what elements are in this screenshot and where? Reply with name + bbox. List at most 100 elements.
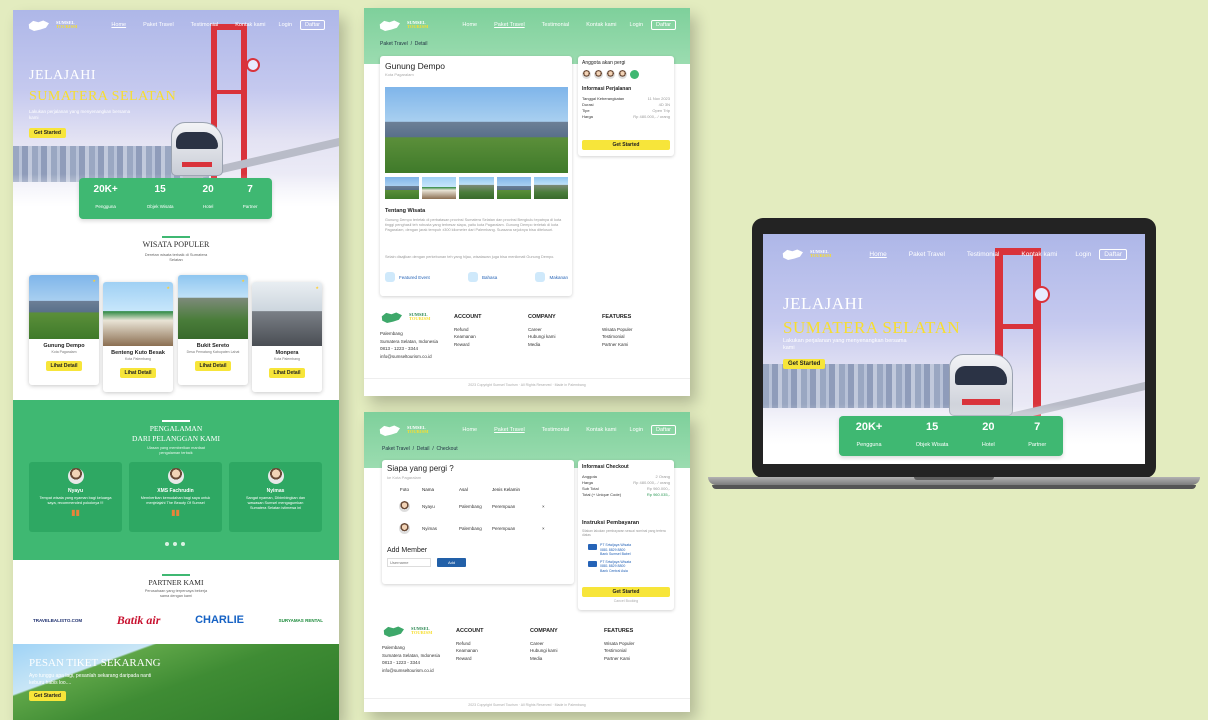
member-table-header: Foto Nama Asal Jenis Kelamin [399,487,521,492]
login-link[interactable]: Login [630,427,643,433]
breadcrumb-detail: Detail [414,41,428,47]
checkout-button[interactable]: Get Started [582,587,670,597]
checkout-page: SUMSEL TOURISM Home Paket Travel Testimon… [364,412,690,712]
nav-testimonial[interactable]: Testimonial [191,22,219,28]
info-list: Tanggal Keberangkatan 11 Nov 2023 Durasi 4… [582,96,670,119]
star-icon: ★ [315,285,319,290]
remove-member-icon[interactable]: × [542,504,545,509]
testimonial-card: Nyimas Sangat nyaman, Dibimbingkan dan w… [229,462,322,532]
photo-thumbnails[interactable] [385,177,569,199]
partner-logo-charlie: CHARLIE [195,614,244,626]
avatar [399,501,410,512]
testi-title-line1: PENGALAMAN [149,424,203,433]
brand-logo[interactable]: SUMSEL TOURISM [378,423,428,437]
brand-logo[interactable]: SUMSEL TOURISM [378,18,428,32]
testi-title: PENGALAMAN DARI PELANGGAN KAMI [13,424,339,444]
register-button[interactable]: Daftar [1099,248,1127,260]
nav-home[interactable]: Home [462,22,477,28]
username-input[interactable] [387,558,431,567]
footer-account: ACCOUNT Refund Keamanan Reward [454,314,482,347]
thumbnail[interactable] [422,177,457,199]
thumbnail[interactable] [385,177,420,199]
detail-page: SUMSEL TOURISM Home Paket Travel Testimon… [364,8,690,396]
chat-icon [468,272,478,282]
stat-objects: 15 Objek Wisata [146,184,174,209]
add-member-title: Add Member [387,547,428,554]
nav-kontak[interactable]: Kontak kami [1021,251,1057,258]
nav-home[interactable]: Home [462,427,477,433]
dest-location: Kota Pagaralam [51,350,77,354]
bank-list: PT Sriwijaya Wisata 0881 8829 8800 Bank Su… [588,540,631,573]
login-link[interactable]: Login [279,22,292,28]
nav-home[interactable]: Home [111,22,126,28]
hero-title: JELAJAHI SUMATERA SELATAN [783,294,961,337]
book-button[interactable]: Get Started [582,140,670,150]
register-button[interactable]: Daftar [300,20,325,30]
avatar [67,468,84,484]
map-logo-icon [380,310,406,324]
avatar [606,70,615,79]
hero-cta-button[interactable]: Get Started [29,128,66,138]
feature-language: Bahasa [468,272,497,282]
breadcrumb-paket[interactable]: Paket Travel [380,41,408,47]
dest-card-monpera[interactable]: ★ Monpera Kota Palembang Lihat Detail [252,282,322,392]
payment-text: Silakan lakukan pembayaran sesuai nomina… [582,529,666,538]
thumbnail[interactable] [496,177,531,199]
nav-kontak[interactable]: Kontak kami [586,22,616,28]
avatar [167,468,184,484]
cancel-booking-link[interactable]: Cancel Booking [578,599,674,603]
star-icon: ★ [241,278,245,283]
hero-cta-button[interactable]: Get Started [783,359,826,369]
login-link[interactable]: Login [1075,251,1091,258]
login-link[interactable]: Login [630,22,643,28]
map-logo-icon [382,624,408,638]
hero-title: JELAJAHI SUMATERA SELATAN [29,65,176,107]
add-member-button[interactable]: Add [437,558,466,567]
nav-kontak[interactable]: Kontak kami [235,22,265,28]
nav-paket-travel[interactable]: Paket Travel [143,22,174,28]
avatar [594,70,603,79]
footer-account: ACCOUNT Refund Keamanan Reward [456,628,484,661]
testimonial-card: Nyayu Tempat wisata yang nyaman bagi kel… [29,462,122,532]
dest-card-bks[interactable]: ★ Benteng Kuto Besak Kota Palembang Liha… [103,282,173,392]
register-button[interactable]: Daftar [651,20,676,30]
testi-subtitle: Ulasan yang memberikan manfaat pengalama… [147,446,205,455]
footer-logo: SUMSEL TOURISM [380,310,438,324]
nav-testimonial[interactable]: Testimonial [542,427,570,433]
nav-paket-travel[interactable]: Paket Travel [494,22,525,28]
bank-item: PT Sriwijaya Wisata 0881 8829 8800 Bank Su… [588,543,631,557]
train-image [171,122,223,176]
about-text: Gunung Dempo terletak di perbatasan prov… [385,218,562,233]
checkout-info-list: Anggota 2 Orang Harga Rp 480.000,- / orang… [582,474,670,497]
remove-member-icon[interactable]: × [542,526,545,531]
thumbnail[interactable] [459,177,494,199]
dest-name: Bukit Sereto [196,343,230,349]
nav-home[interactable]: Home [869,251,886,258]
nav-paket-travel[interactable]: Paket Travel [494,427,525,433]
nav-paket-travel[interactable]: Paket Travel [909,251,945,258]
nav-testimonial[interactable]: Testimonial [967,251,1000,258]
title-accent [162,574,190,576]
laptop-notch [914,477,994,480]
detail-footer: SUMSEL TOURISM Palembang Sumatera Selatan,… [364,310,690,396]
register-button[interactable]: Daftar [651,425,676,435]
nav-kontak[interactable]: Kontak kami [586,427,616,433]
brand-logo[interactable]: SUMSEL TOURISM [781,247,831,261]
detail-button[interactable]: Lihat Detail [194,361,232,371]
footer-address: SUMSEL TOURISM Palembang Sumatera Selatan,… [382,624,441,673]
dest-card-dempo[interactable]: ★ Gunung Dempo Kota Pagaralam Lihat Deta… [29,275,99,385]
detail-button[interactable]: Lihat Detail [45,361,83,371]
detail-button[interactable]: Lihat Detail [119,368,157,378]
map-logo-icon [27,18,53,32]
bank-item: PT Sriwijaya Wisata 0881 8829 8800 Bank Ce… [588,560,631,574]
thumbnail[interactable] [533,177,569,199]
detail-button[interactable]: Lihat Detail [268,368,306,378]
laptop-screen: SUMSEL TOURISM Home Paket Travel Testimon… [763,234,1145,464]
dest-card-sereto[interactable]: ★ Bukit Sereto Desa Pematang Kabupaten L… [178,275,248,385]
cta-button[interactable]: Get Started [29,691,66,701]
brand-logo[interactable]: SUMSEL TOURISM [27,18,77,32]
carousel-dots[interactable] [165,542,185,546]
feature-food: Makanan [535,272,568,282]
nav-testimonial[interactable]: Testimonial [542,22,570,28]
popular-subtitle: Deretan wisata terbaik di Sumatera Selat… [144,252,208,262]
